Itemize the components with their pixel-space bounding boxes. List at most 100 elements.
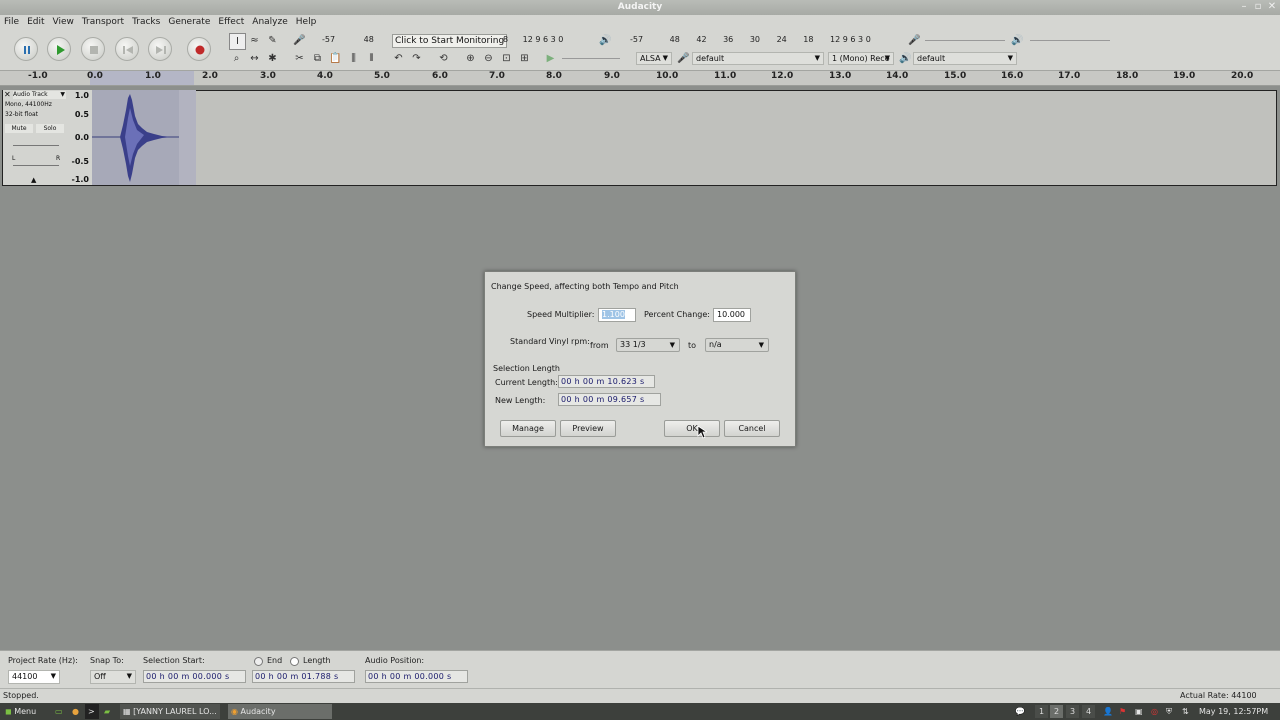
menu-analyze[interactable]: Analyze [248,15,291,30]
files-icon[interactable]: ▰ [101,704,115,719]
menu-transport[interactable]: Transport [78,15,128,30]
workspace-2[interactable]: 2 [1050,705,1063,718]
menu-tracks[interactable]: Tracks [128,15,164,30]
user-icon[interactable]: 👤 [1100,704,1113,719]
stop-button[interactable] [81,37,105,61]
selection-start-field[interactable]: 00 h 00 m 00.000 s [143,670,246,683]
flag-icon[interactable]: ⚑ [1116,704,1128,719]
envelope-tool-icon[interactable]: ≈ [247,33,262,48]
playback-meter[interactable]: -57 48 42 36 30 24 18 12 9 6 3 0 [630,35,871,47]
record-indicator-icon[interactable]: ◎ [1148,704,1160,719]
manage-button[interactable]: Manage [500,420,556,437]
network-icon[interactable]: ⇅ [1179,704,1191,719]
draw-tool-icon[interactable]: ✎ [265,33,280,48]
fit-project-icon[interactable]: ⊞ [517,51,532,66]
pan-slider[interactable] [13,165,59,166]
zoom-tool-icon[interactable]: ⌕ [229,51,244,66]
new-length-field[interactable]: 00 h 00 m 09.657 s [558,393,661,406]
current-length-field[interactable]: 00 h 00 m 10.623 s [558,375,655,388]
menu-edit[interactable]: Edit [23,15,48,30]
timeshift-tool-icon[interactable]: ↔ [247,51,262,66]
play-meter-tick: 3 [858,35,864,44]
trim-icon[interactable]: ⫼ [346,51,361,66]
ok-button[interactable]: OK [664,420,720,437]
selection-start-label: Selection Start: [143,656,205,665]
display-icon[interactable]: ▣ [1132,704,1144,719]
solo-button[interactable]: Solo [36,124,64,133]
playback-device-select[interactable]: default ▼ [913,52,1017,65]
ruler-tick: 20.0 [1231,71,1254,81]
selection-region[interactable] [179,90,196,185]
chat-icon[interactable]: 💬 [1012,704,1026,719]
playback-volume-slider[interactable] [1030,40,1110,41]
collapse-icon[interactable]: ▲ [31,176,36,184]
undo-icon[interactable]: ↶ [391,51,406,66]
show-desktop-icon[interactable]: ▭ [52,704,66,719]
menu-generate[interactable]: Generate [164,15,214,30]
menu-help[interactable]: Help [292,15,321,30]
multi-tool-icon[interactable]: ✱ [265,51,280,66]
audio-host-select[interactable]: ALSA ▼ [636,52,672,65]
play-speed-slider[interactable] [562,58,620,59]
firefox-icon[interactable]: ● [69,704,83,719]
end-radio[interactable] [254,657,263,666]
record-meter-icon[interactable]: 🎤 [292,33,307,48]
percent-change-input[interactable]: 10.000 [713,308,751,322]
timeline-ruler[interactable]: -1.0 0.0 1.0 2.0 3.0 4.0 5.0 6.0 7.0 8.0… [0,71,1280,86]
skip-start-button[interactable] [115,37,139,61]
play-at-speed-icon[interactable]: ▶ [543,51,558,66]
audio-position-field[interactable]: 00 h 00 m 00.000 s [365,670,468,683]
skip-end-button[interactable] [148,37,172,61]
close-icon[interactable]: ✕ [1266,1,1278,13]
speed-multiplier-input[interactable]: 1.100 [598,308,636,322]
length-radio[interactable] [290,657,299,666]
waveform[interactable] [92,90,179,185]
zoom-out-icon[interactable]: ⊖ [481,51,496,66]
copy-icon[interactable]: ⧉ [310,51,325,66]
terminal-icon[interactable]: > [85,704,99,719]
clock[interactable]: May 19, 12:57PM [1196,704,1280,719]
menu-view[interactable]: View [49,15,78,30]
menu-effect[interactable]: Effect [214,15,248,30]
track-close-icon[interactable]: ✕ [4,91,12,99]
cut-icon[interactable]: ✂ [292,51,307,66]
rec-meter-tick: 12 [522,35,533,44]
selection-end-field[interactable]: 00 h 00 m 01.788 s [252,670,355,683]
mute-button[interactable]: Mute [5,124,33,133]
silence-icon[interactable]: ⫴ [364,51,379,66]
track-name-menu[interactable]: Audio Track ▼ [13,91,66,99]
workspace-4[interactable]: 4 [1082,705,1095,718]
recording-channels-select[interactable]: 1 (Mono) Reco ▼ [828,52,894,65]
preview-button[interactable]: Preview [560,420,616,437]
recording-volume-slider[interactable] [925,40,1005,41]
sync-lock-icon[interactable]: ⟲ [436,51,451,66]
zoom-in-icon[interactable]: ⊕ [463,51,478,66]
fit-selection-icon[interactable]: ⊡ [499,51,514,66]
from-rpm-select[interactable]: 33 1/3 ▼ [616,338,680,352]
play-button[interactable] [47,37,71,61]
playback-meter-icon[interactable]: 🔊 [598,33,613,48]
taskbar-audacity-button[interactable]: ◉ Audacity [228,704,332,719]
paste-icon[interactable]: 📋 [328,51,343,66]
taskbar-window-button[interactable]: ▦ [YANNY LAUREL LO... [120,704,220,719]
record-button[interactable] [187,37,211,61]
maximize-icon[interactable]: ▫ [1252,1,1264,13]
recording-device-select[interactable]: default ▼ [692,52,824,65]
pause-button[interactable] [14,37,38,61]
redo-icon[interactable]: ↷ [409,51,424,66]
cancel-button[interactable]: Cancel [724,420,780,437]
skip-end-icon [156,46,166,54]
start-menu-button[interactable]: ◼ Menu [2,704,48,719]
menu-file[interactable]: File [0,15,23,30]
shield-icon[interactable]: ⛨ [1163,704,1175,719]
workspace-3[interactable]: 3 [1066,705,1079,718]
workspace-1[interactable]: 1 [1035,705,1048,718]
to-rpm-select[interactable]: n/a ▼ [705,338,769,352]
project-rate-select[interactable]: 44100 ▼ [8,670,60,684]
monitoring-tooltip[interactable]: Click to Start Monitoring [392,34,508,48]
snap-to-select[interactable]: Off ▼ [90,670,136,684]
minimize-icon[interactable]: – [1238,1,1250,13]
gain-slider[interactable] [13,145,59,146]
selection-tool-icon[interactable]: I [229,33,246,50]
record-meter[interactable]: -57 48 [322,35,374,47]
